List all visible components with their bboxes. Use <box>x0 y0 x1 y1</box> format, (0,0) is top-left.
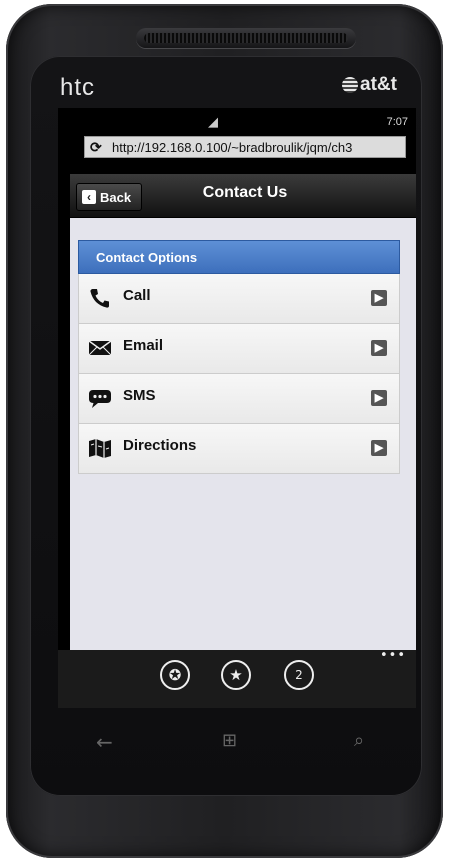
chevron-right-icon: ▶ <box>371 290 387 306</box>
back-arrow-icon[interactable]: ← <box>96 730 113 754</box>
earpiece-speaker <box>136 28 356 48</box>
htc-logo: htc <box>60 74 96 101</box>
list-item-label: SMS <box>123 387 156 404</box>
favorites-icon[interactable]: ★ <box>221 660 251 690</box>
chevron-right-icon: ▶ <box>371 340 387 356</box>
phone-icon <box>90 289 109 308</box>
status-bar: ◢ 7:07 <box>58 108 416 136</box>
list-item-label: Email <box>123 337 164 354</box>
tabs-icon[interactable]: 2 <box>284 660 314 690</box>
more-options-icon[interactable]: ••• <box>380 648 406 663</box>
chat-bubble-icon <box>89 390 111 408</box>
wifi-signal-icon: ◢ <box>208 114 218 129</box>
envelope-icon <box>88 340 112 356</box>
back-button[interactable]: ‹ Back <box>76 183 142 211</box>
add-favorite-icon[interactable]: ✪ <box>160 660 190 690</box>
page-header: ‹ Back Contact Us <box>70 174 416 218</box>
windows-start-icon[interactable]: ⊞ <box>222 730 237 751</box>
list-item-sms[interactable]: SMS ▶ <box>78 374 400 424</box>
tabs-count: 2 <box>295 668 303 682</box>
att-logo: at&t <box>360 74 397 95</box>
address-bar[interactable]: ⟳ http://192.168.0.100/~bradbroulik/jqm/… <box>84 136 406 158</box>
list-item-email[interactable]: Email ▶ <box>78 324 400 374</box>
url-text[interactable]: http://192.168.0.100/~bradbroulik/jqm/ch… <box>112 140 352 155</box>
list-divider: Contact Options <box>78 240 400 274</box>
chevron-right-icon: ▶ <box>371 440 387 456</box>
search-icon[interactable]: ⌕ <box>354 730 364 751</box>
chevron-right-icon: ▶ <box>371 390 387 406</box>
phone-screen: ◢ 7:07 ⟳ http://192.168.0.100/~bradbroul… <box>58 108 416 708</box>
chevron-left-icon: ‹ <box>82 190 96 204</box>
status-time: 7:07 <box>386 116 408 128</box>
back-button-label: Back <box>100 190 132 205</box>
list-item-label: Call <box>123 287 151 304</box>
page-title: Contact Us <box>202 184 288 201</box>
list-item-directions[interactable]: Directions ▶ <box>78 424 400 474</box>
map-icon <box>89 439 111 458</box>
list-item-label: Directions <box>123 437 197 454</box>
att-globe-icon <box>342 77 358 93</box>
refresh-icon[interactable]: ⟳ <box>90 139 102 156</box>
list-item-call[interactable]: Call ▶ <box>78 274 400 324</box>
browser-app-bar: ✪ ★ 2 ••• <box>58 648 416 708</box>
contact-options-list: Contact Options Call ▶ Email ▶ SMS ▶ Dir… <box>78 240 400 474</box>
page-content: Contact Options Call ▶ Email ▶ SMS ▶ Dir… <box>70 218 416 650</box>
